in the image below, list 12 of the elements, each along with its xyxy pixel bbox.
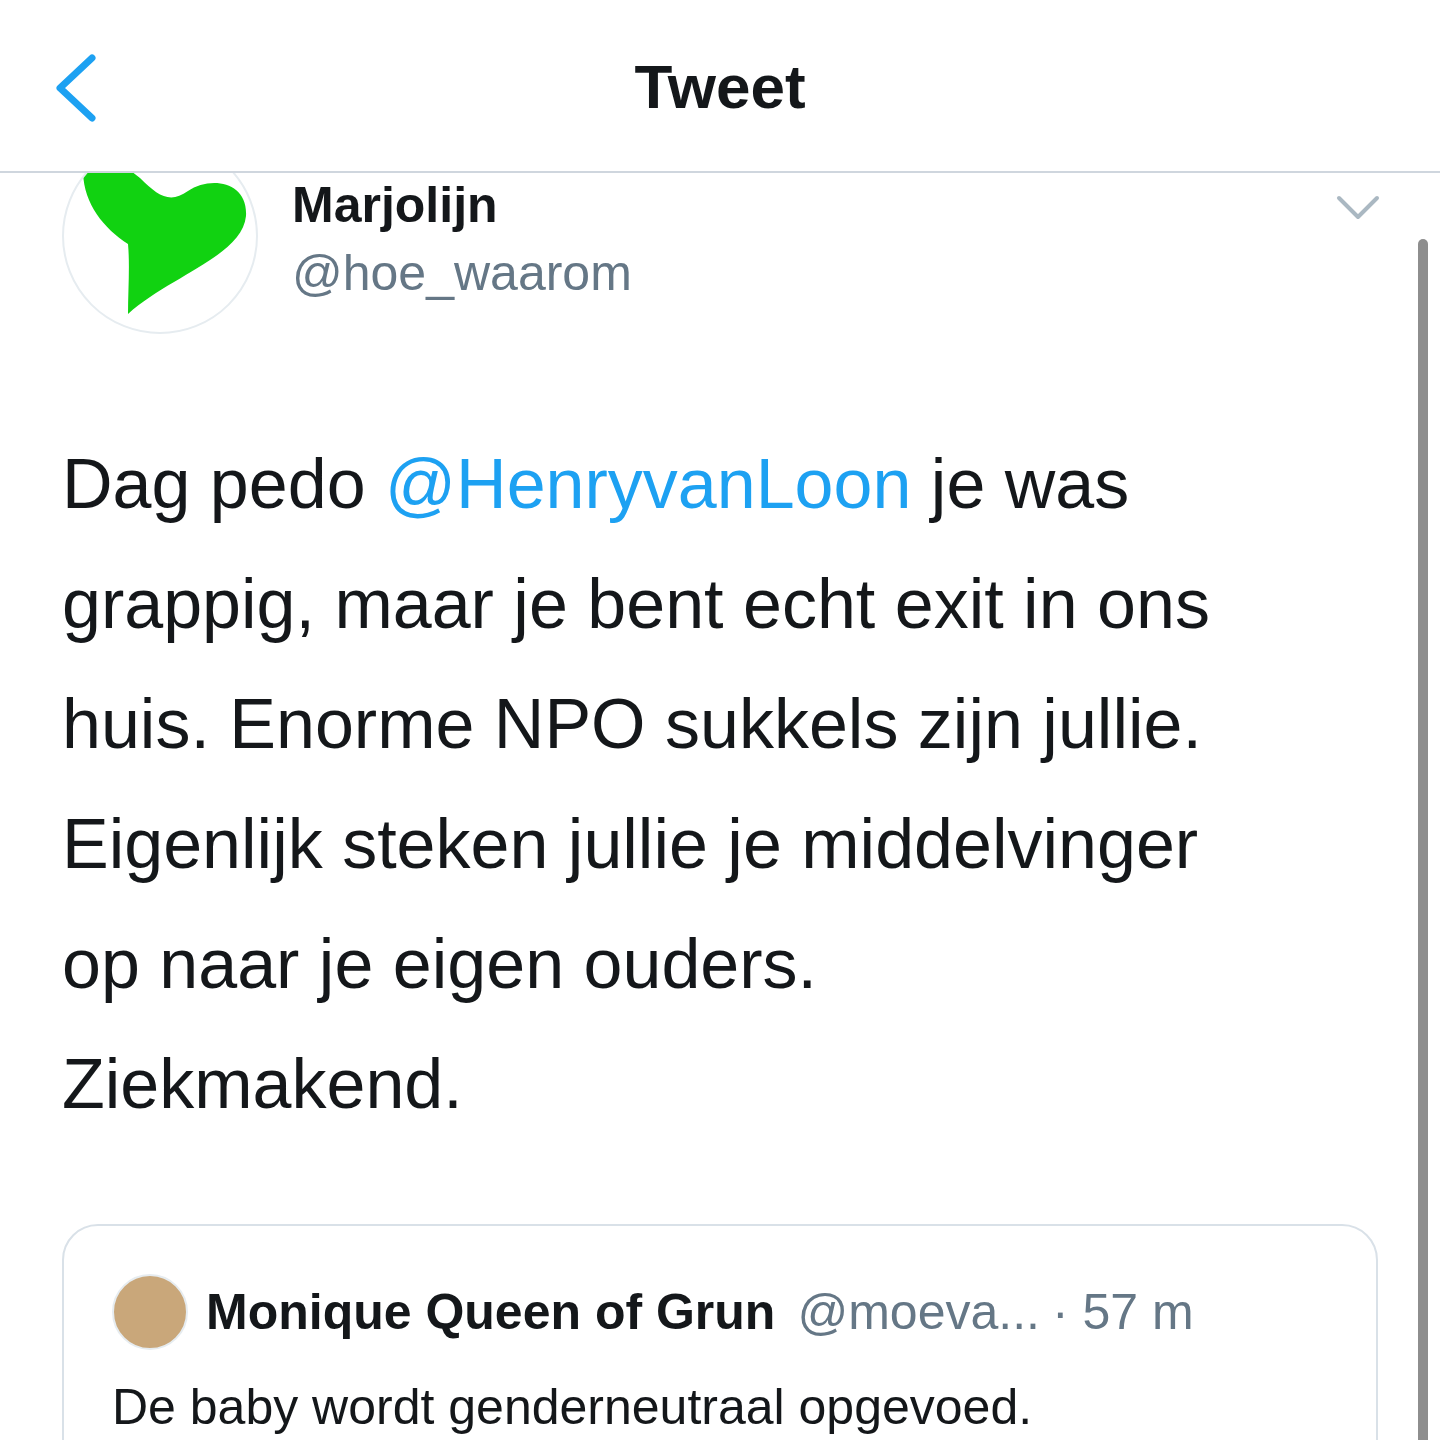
user-name: Marjolijn — [292, 176, 499, 235]
timestamp: · 57 m — [1051, 1282, 1194, 1342]
quoted-tweet-text: De baby wordt genderneutraal opgevoed. — [112, 1378, 1034, 1437]
quoted-tweet-card[interactable]: Monique Queen of Grun @moeva... · 57 m De baby wordt genderneutraal opgevoed. — [62, 1224, 1378, 1440]
back-icon — [54, 54, 96, 122]
user-handle: @hoe_waarom — [292, 244, 633, 303]
chevron-down-icon[interactable] — [1336, 195, 1380, 221]
quoted-user-name: Monique Queen of Grun — [206, 1282, 776, 1342]
scrollbar[interactable] — [1418, 239, 1428, 1440]
tweet-text: Dag pedo @HenryvanLoon je was grappig, maar je bent echt exit in ons huis. Enorme NPO sukkels zijn jullie. Eigenlijk steken jullie je middelvinger op naar je eigen ouders. Ziekmakend. — [62, 444, 1211, 1125]
page-title: Tweet — [634, 51, 806, 123]
quoted-user-handle: @moeva... — [797, 1282, 1040, 1342]
